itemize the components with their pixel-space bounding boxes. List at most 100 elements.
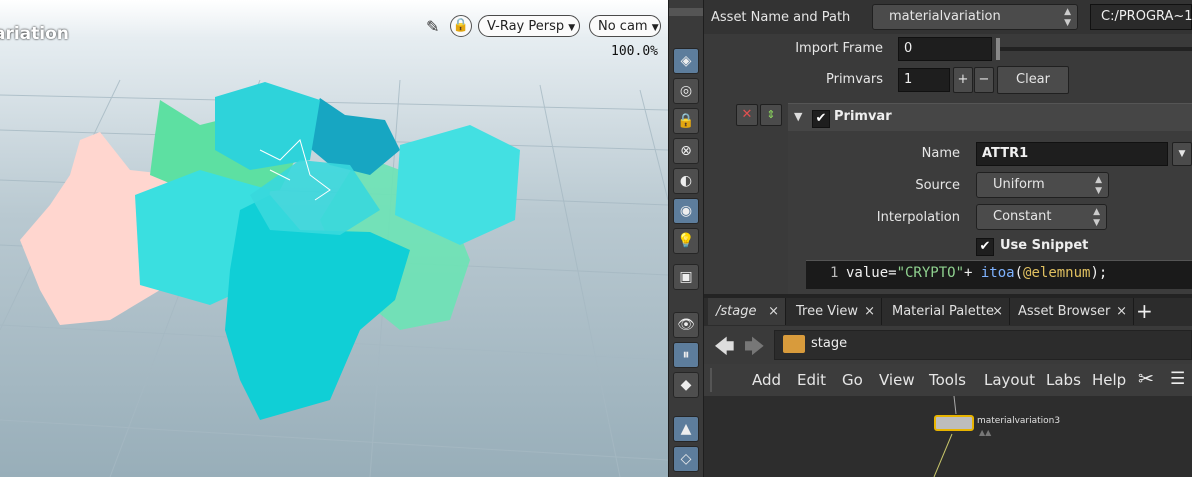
name-field[interactable]: ATTR1 xyxy=(976,142,1168,166)
close-icon[interactable]: × xyxy=(992,298,1003,325)
interpolation-label: Interpolation xyxy=(876,210,960,225)
ghost-icon[interactable]: ⊗ xyxy=(673,138,699,164)
source-menu[interactable]: Uniform ▲ ▼ xyxy=(976,172,1109,198)
tab-label: Asset Browser xyxy=(1018,304,1111,319)
clear-button[interactable]: Clear xyxy=(997,66,1069,94)
bulb-icon[interactable]: 💡 xyxy=(673,228,699,254)
tools-icon[interactable]: ✂ xyxy=(1138,368,1154,390)
collapse-arrow-icon[interactable]: ▼ xyxy=(794,110,802,123)
up-down-arrows-icon: ▲ ▼ xyxy=(1093,207,1100,228)
menu-help[interactable]: Help xyxy=(1092,364,1126,396)
primvars-label: Primvars xyxy=(825,72,883,87)
camera-label: No cam xyxy=(598,19,648,34)
menu-go[interactable]: Go xyxy=(842,364,863,396)
tab-label: /stage xyxy=(716,304,757,319)
pencil-icon[interactable]: ✎ xyxy=(426,17,439,36)
slider-handle[interactable] xyxy=(996,38,1000,60)
close-icon[interactable]: × xyxy=(1116,298,1127,325)
zoom-readout: 100.0% xyxy=(611,44,658,59)
render-region-icon[interactable]: ▲ xyxy=(673,416,699,442)
code-line: value="CRYPTO"+ itoa(@elemnum); xyxy=(846,261,1107,285)
code-string: "CRYPTO" xyxy=(896,265,965,281)
network-tab-bar: /stage × Tree View × Material Palette × … xyxy=(704,298,1192,326)
name-dropdown-icon[interactable]: ▼ xyxy=(1172,142,1192,166)
code-token: ); xyxy=(1090,265,1108,281)
snippet-editor[interactable]: 1 value="CRYPTO"+ itoa(@elemnum); xyxy=(806,260,1192,289)
primvars-count-field[interactable]: 1 xyxy=(898,68,950,92)
light-icon[interactable]: ◉ xyxy=(673,198,699,224)
menu-labs[interactable]: Labs xyxy=(1046,364,1081,396)
code-token: + xyxy=(964,265,981,281)
menu-tools[interactable]: Tools xyxy=(929,364,966,396)
scroll-handle[interactable] xyxy=(669,8,703,16)
tab-label: Tree View xyxy=(796,304,859,319)
stage-icon xyxy=(783,335,805,353)
add-tab-button[interactable]: + xyxy=(1136,298,1153,325)
viewport-title: ariation xyxy=(0,24,69,44)
renderer-label: V-Ray Persp xyxy=(487,19,565,34)
pause-icon[interactable]: ⏸ xyxy=(673,342,699,368)
renderer-menu[interactable]: V-Ray Persp ▼ xyxy=(478,15,580,37)
3d-viewport[interactable]: ariation ✎ 🔒 V-Ray Persp ▼ No cam ▼ 100.… xyxy=(0,0,668,477)
display-options-icon[interactable]: ◈ xyxy=(673,48,699,74)
node-materialvariation3[interactable] xyxy=(934,415,974,431)
primvar-header-label: Primvar xyxy=(834,109,892,124)
import-frame-field[interactable]: 0 xyxy=(898,37,992,61)
node-label: materialvariation3 xyxy=(977,416,1061,426)
geometry-icon[interactable]: ▣ xyxy=(673,264,699,290)
use-snippet-checkbox[interactable]: ✔ xyxy=(976,238,994,256)
up-down-arrows-icon: ▲ ▼ xyxy=(1095,175,1102,196)
path-field[interactable]: stage xyxy=(774,330,1192,360)
asset-path-field[interactable]: C:/PROGRA~1/S xyxy=(1090,4,1192,30)
menu-add[interactable]: Add xyxy=(752,364,781,396)
interpolation-menu[interactable]: Constant ▲ ▼ xyxy=(976,204,1107,230)
objects-icon[interactable]: ◆ xyxy=(673,372,699,398)
select-tool-icon[interactable]: ◇ xyxy=(673,446,699,472)
shading-icon[interactable]: ◐ xyxy=(673,168,699,194)
node-wires xyxy=(933,396,957,477)
import-frame-slider[interactable] xyxy=(996,38,1192,60)
code-token: ( xyxy=(1014,265,1024,281)
tab-asset-browser[interactable]: Asset Browser × xyxy=(1010,298,1134,325)
chevron-down-icon: ▼ xyxy=(568,23,576,33)
menu-grip[interactable] xyxy=(710,368,720,392)
menu-view[interactable]: View xyxy=(879,364,915,396)
import-frame-label: Import Frame xyxy=(795,41,883,56)
asset-name-value: materialvariation xyxy=(889,9,1001,24)
lock-camera-icon[interactable]: 🔒 xyxy=(673,108,699,134)
tab-label: Material Palette xyxy=(892,304,994,319)
primvar-folder-header[interactable]: ▼ ✔ Primvar xyxy=(788,103,1192,132)
back-arrow-icon[interactable]: 🡄 xyxy=(714,332,735,366)
lock-icon[interactable]: 🔒 xyxy=(450,15,472,37)
asset-name-menu[interactable]: materialvariation ▲ ▼ xyxy=(872,4,1078,30)
menu-edit[interactable]: Edit xyxy=(797,364,826,396)
forward-arrow-icon[interactable]: 🡆 xyxy=(744,332,765,366)
close-icon[interactable]: × xyxy=(864,298,875,325)
move-primvar-button[interactable]: ⇕ xyxy=(760,104,782,126)
camera-menu[interactable]: No cam ▼ xyxy=(589,15,661,37)
code-token: value= xyxy=(846,265,897,281)
parameter-panel: Asset Name and Path materialvariation ▲ ▼… xyxy=(704,0,1192,294)
tab-tree-view[interactable]: Tree View × xyxy=(788,298,882,325)
up-down-arrows-icon: ▲ ▼ xyxy=(1064,7,1071,28)
primvar-enable-checkbox[interactable]: ✔ xyxy=(812,110,830,128)
use-snippet-label: Use Snippet xyxy=(1000,238,1089,253)
network-menu-bar: Add Edit Go View Tools Layout Labs Help … xyxy=(704,364,1192,396)
source-label: Source xyxy=(915,178,960,193)
menu-layout[interactable]: Layout xyxy=(984,364,1035,396)
delete-primvar-button[interactable]: ✕ xyxy=(736,104,758,126)
name-label: Name xyxy=(921,146,960,161)
add-primvar-button[interactable]: + xyxy=(953,67,973,93)
line-number: 1 xyxy=(830,265,839,281)
close-icon[interactable]: × xyxy=(768,298,779,325)
list-view-icon[interactable]: ☰ xyxy=(1170,369,1185,389)
network-editor[interactable]: materialvariation3 ▲▲ xyxy=(704,396,1192,477)
snap-icon[interactable]: ◎ xyxy=(673,78,699,104)
path-bar: 🡄 🡆 stage xyxy=(704,326,1192,364)
viewport-scene xyxy=(0,79,668,477)
remove-primvar-button[interactable]: − xyxy=(974,67,994,93)
visibility-icon[interactable]: 👁 xyxy=(673,312,699,338)
tab-stage[interactable]: /stage × xyxy=(708,298,786,325)
tab-material-palette[interactable]: Material Palette × xyxy=(884,298,1010,325)
code-function: itoa xyxy=(980,265,1015,281)
